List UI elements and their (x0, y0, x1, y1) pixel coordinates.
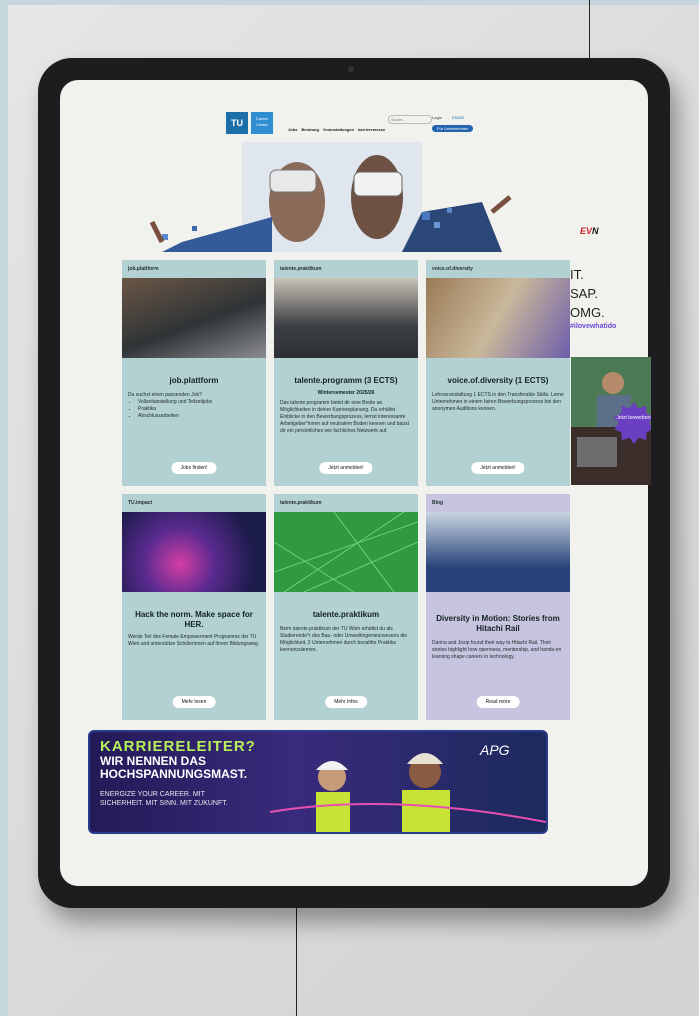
card-tag: voice.of.diversity (432, 266, 473, 272)
card-body: Das talente.programm bietet dir eine Bre… (280, 400, 409, 434)
card-text: Du suchst einen passenden Job? (128, 392, 202, 398)
card-talente-programm: talente.praktikum talente.programm (3 EC… (274, 260, 418, 486)
card-title: job.plattform (169, 376, 219, 385)
slogan-line: SAP. (570, 286, 598, 301)
main-nav: Jobs Beratung Veranstaltungen karriereme… (288, 127, 385, 132)
evn-logo-suffix: N (592, 226, 599, 236)
hero-vr-image (122, 142, 542, 252)
apg-banner-ad[interactable]: KARRIERELEITER? WIR NENNEN DAS HOCHSPANN… (88, 730, 548, 834)
laptop-meeting-image (122, 278, 266, 358)
card-title: voice.of.diversity (1 ECTS) (447, 376, 549, 385)
evn-logo-prefix: EV (580, 226, 593, 236)
search-input[interactable]: Suche... (388, 115, 432, 124)
camera-icon (348, 66, 354, 72)
nav-item-karrieremesse[interactable]: karrieremesse (358, 127, 385, 132)
card-title: Diversity in Motion: Stories from Hitach… (436, 614, 560, 633)
bullet-item: Vollzeitanstellung und Teilzeitjobs (138, 399, 260, 406)
tu-career-center-logo[interactable]: TU Career Center (226, 112, 273, 134)
tablet-screen: TU Career Center Suche... Login EN/DE Jo… (60, 80, 648, 886)
classroom-image (426, 278, 570, 358)
card-tag: job.plattform (128, 266, 159, 272)
site-header: TU Career Center Suche... Login EN/DE Jo… (200, 112, 510, 136)
card-title: Hack the norm. Make space for HER. (135, 610, 253, 629)
banner-workers-graphic (269, 753, 546, 832)
language-switch[interactable]: EN/DE (452, 115, 464, 120)
card-tag: TU.impact (128, 500, 153, 506)
card-tu-impact: TU.impact Hack the norm. Make space for … (122, 494, 266, 720)
bullet-item: Abschlussarbeiten (138, 413, 260, 420)
card-tag: talente.praktikum (280, 266, 322, 272)
mehr-infos-button[interactable]: Mehr Infos (325, 696, 367, 708)
logo-tu: TU (226, 112, 248, 134)
evn-logo[interactable]: EVN (580, 226, 599, 236)
jetzt-anmelden-button[interactable]: Jetzt anmelden! (319, 462, 373, 474)
card-body: Du suchst einen passenden Job? Vollzeita… (128, 392, 260, 420)
card-body: Werde Teil des Female Empowerment Progra… (128, 634, 260, 647)
card-body: Lehrveranstaltung 1 ECTS in den Transfer… (432, 392, 564, 412)
card-body: Beim talente.praktikum der TU Wien erhäl… (280, 626, 408, 653)
evn-slogan: IT. SAP. OMG. (570, 265, 605, 322)
mehr-lesen-button[interactable]: Mehr lesen (172, 696, 216, 708)
jobs-finden-button[interactable]: Jobs finden! (171, 462, 217, 474)
for-companies-button[interactable]: Für Unternehmen (432, 125, 474, 132)
card-job-plattform: job.plattform job.plattform Du suchst ei… (122, 260, 266, 486)
login-link[interactable]: Login (432, 115, 442, 120)
logo-career-center: Career Center (251, 112, 273, 134)
slogan-line: IT. (570, 267, 584, 282)
nav-item-beratung[interactable]: Beratung (301, 127, 319, 132)
map-image (274, 511, 418, 593)
card-bullets: Vollzeitanstellung und Teilzeitjobs Prak… (128, 399, 260, 420)
card-body: Darina and Josip found their way to Hita… (432, 640, 562, 660)
card-title: talente.praktikum (312, 610, 380, 619)
card-blog: Blog Diversity in Motion: Stories from H… (426, 494, 570, 720)
evn-hashtag: #ilovewhatido (570, 323, 617, 330)
evn-ad-image[interactable]: Jetzt bewerben! (571, 357, 651, 485)
nav-item-veranstaltungen[interactable]: Veranstaltungen (323, 127, 354, 132)
robotics-image (122, 512, 266, 592)
card-talente-praktikum: talente.praktikum talente.praktikum Beim… (274, 494, 418, 720)
map-lines-graphic (274, 511, 418, 593)
bullet-item: Praktika (138, 406, 260, 413)
card-title: talente.programm (3 ECTS) (294, 376, 398, 385)
read-more-button[interactable]: Read more (476, 696, 520, 708)
nav-item-jobs[interactable]: Jobs (288, 127, 297, 132)
card-subtitle: Wintersemester 2025/26 (317, 390, 375, 396)
meeting-image (274, 278, 418, 358)
card-tag: talente.praktikum (280, 500, 322, 506)
jetzt-anmelden-button[interactable]: Jetzt anmelden! (471, 462, 525, 474)
blog-photo-image (426, 512, 570, 592)
card-voice-of-diversity: voice.of.diversity voice.of.diversity (1… (426, 260, 570, 486)
slogan-line: OMG. (570, 305, 605, 320)
card-tag: Blog (432, 500, 444, 506)
